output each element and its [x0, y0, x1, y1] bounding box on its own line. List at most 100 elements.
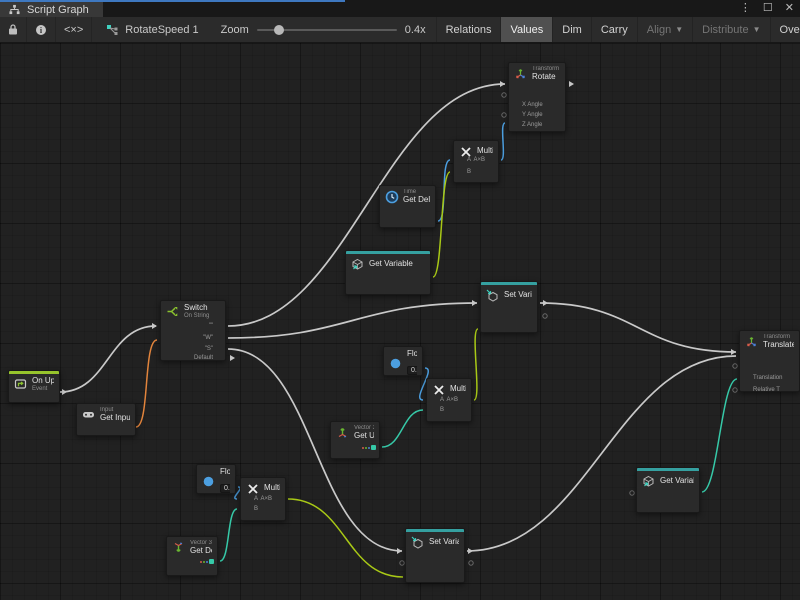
node-header: Set Variable [481, 285, 537, 305]
tab-script-graph[interactable]: Script Graph [0, 2, 103, 17]
zoom-slider-handle[interactable] [274, 25, 284, 35]
node-header: Vector 3Get Down [167, 537, 217, 557]
port-label: Y Angle [522, 112, 543, 118]
node-get-variable-2[interactable]: Get Variable [636, 467, 700, 513]
node-titles: Vector 3Get Up [354, 425, 374, 440]
node-titles: Multiply [477, 147, 493, 156]
window-menu-icon[interactable]: ⋮ [740, 1, 751, 16]
port-label: A×B [473, 157, 485, 163]
node-title: Multiply [450, 385, 466, 394]
node-get-down[interactable]: Vector 3Get Down [166, 536, 218, 576]
multiply-icon [431, 382, 446, 397]
node-subtitle: On String [184, 313, 209, 320]
toolbar-button-values[interactable]: Values [501, 17, 553, 42]
toolbar-button-carry[interactable]: Carry [592, 17, 638, 42]
node-get-up[interactable]: Vector 3Get Up [330, 421, 380, 459]
node-switch-on-string[interactable]: SwitchOn String"""W""S"Default [160, 300, 226, 361]
zoom-control: Zoom 0.4x [211, 17, 437, 42]
node-header: Float 0.01 [384, 347, 422, 378]
zoom-to-fit-button[interactable]: <×> [56, 17, 92, 42]
dropdown-arrow-icon: ▼ [753, 25, 761, 34]
zoom-slider-track[interactable] [257, 29, 397, 31]
node-set-variable-2[interactable]: Set Variable [405, 528, 465, 583]
graph-breadcrumb[interactable]: RotateSpeed 1 [92, 17, 210, 42]
toolbar-button-align[interactable]: Align ▼ [638, 17, 693, 42]
port-value-right[interactable] [200, 559, 214, 564]
node-title: Switch [184, 304, 209, 313]
toolbar-button-label: Distribute [702, 24, 748, 36]
port-value-right[interactable] [362, 445, 376, 450]
toolbar-button-relations[interactable]: Relations [437, 17, 502, 42]
node-header: On UpdateEvent [9, 374, 59, 394]
toolbar-button-label: Relations [446, 24, 492, 36]
node-set-variable-1[interactable]: Set Variable [480, 281, 538, 333]
port-label: A×B [260, 496, 272, 502]
tab-title: Script Graph [27, 4, 89, 16]
port-label: B [467, 169, 471, 175]
port-label: A [467, 157, 471, 163]
graph-canvas[interactable]: On UpdateEvent InputGet Input String Switc… [0, 43, 800, 600]
port-label: Default [194, 355, 213, 361]
node-value-field[interactable]: 0.01 [407, 366, 417, 376]
node-title: Multiply [264, 484, 280, 493]
port-label: A [440, 397, 444, 403]
node-title: Rotate [532, 73, 559, 82]
port-label: "S" [205, 346, 213, 352]
node-titles: Float 0.01 [220, 468, 230, 494]
node-value-field[interactable]: 0.01 [220, 484, 230, 494]
port-label: B [254, 506, 258, 512]
switch-icon [165, 304, 180, 319]
monitor-event-icon [13, 377, 28, 392]
node-on-update[interactable]: On UpdateEvent [8, 370, 60, 403]
node-title: Get Variable [660, 477, 694, 486]
node-get-input-string[interactable]: InputGet Input String [76, 403, 136, 436]
node-multiply-3[interactable]: Multiply ABA×B [240, 477, 286, 521]
node-header: Multiply [241, 478, 285, 498]
node-get-delta-time[interactable]: TimeGet Delta Time [379, 185, 436, 228]
script-graph-window: Script Graph ⋮ ☐ ✕ i <×> RotateSpeed 1 Z… [0, 0, 800, 600]
node-get-variable-1[interactable]: Get Variable [345, 250, 431, 295]
node-title: Float [220, 468, 230, 477]
node-title: Translate [763, 341, 794, 350]
zoom-to-fit-label: <×> [64, 24, 83, 36]
node-title: Set Variable [504, 291, 532, 300]
node-float-2[interactable]: Float 0.01 [196, 464, 236, 494]
node-subtitle: Event [32, 386, 54, 393]
node-header: TransformRotate [509, 63, 565, 83]
node-header: InputGet Input String [77, 404, 135, 424]
window-close-icon[interactable]: ✕ [785, 1, 794, 16]
node-rotate[interactable]: TransformRotateX AngleY AngleZ Angle [508, 62, 566, 132]
toolbar-button-overview[interactable]: Overview [771, 17, 800, 42]
node-multiply-1[interactable]: Multiply ABA×B [453, 140, 499, 183]
transform-icon [744, 334, 759, 349]
info-icon[interactable]: i [27, 17, 56, 42]
node-titles: Multiply [450, 385, 466, 394]
toolbar-button-distribute[interactable]: Distribute ▼ [693, 17, 770, 42]
vector3-port-icon [200, 559, 214, 564]
graph-toolbar: i <×> RotateSpeed 1 Zoom 0.4x Relations V… [0, 17, 800, 43]
node-titles: Vector 3Get Down [190, 540, 212, 555]
node-title: Multiply [477, 147, 493, 156]
window-maximize-icon[interactable]: ☐ [763, 1, 773, 16]
node-float-1[interactable]: Float 0.01 [383, 346, 423, 376]
node-titles: InputGet Input String [100, 407, 130, 422]
node-titles: TimeGet Delta Time [403, 189, 430, 204]
node-titles: Set Variable [429, 538, 459, 547]
node-titles: Get Variable [369, 260, 413, 269]
lock-icon[interactable] [0, 17, 27, 42]
port-label: A [254, 496, 258, 502]
variable-set-icon [485, 288, 500, 303]
node-layer: On UpdateEvent InputGet Input String Switc… [0, 43, 800, 600]
node-titles: TransformTranslate [763, 334, 794, 349]
graph-icon [7, 2, 22, 17]
toolbar-button-dim[interactable]: Dim [553, 17, 592, 42]
node-translate[interactable]: TransformTranslateTranslationRelative T [739, 330, 800, 392]
node-titles: Get Variable [660, 477, 694, 486]
node-header: Get Variable [346, 254, 430, 274]
node-multiply-2[interactable]: MultiplyABA×B [426, 378, 472, 422]
node-titles: SwitchOn String [184, 304, 209, 319]
dropdown-arrow-icon: ▼ [675, 25, 683, 34]
node-title: Float [407, 350, 417, 359]
transform-icon [513, 66, 528, 81]
toolbar-button-label: Align [647, 24, 671, 36]
